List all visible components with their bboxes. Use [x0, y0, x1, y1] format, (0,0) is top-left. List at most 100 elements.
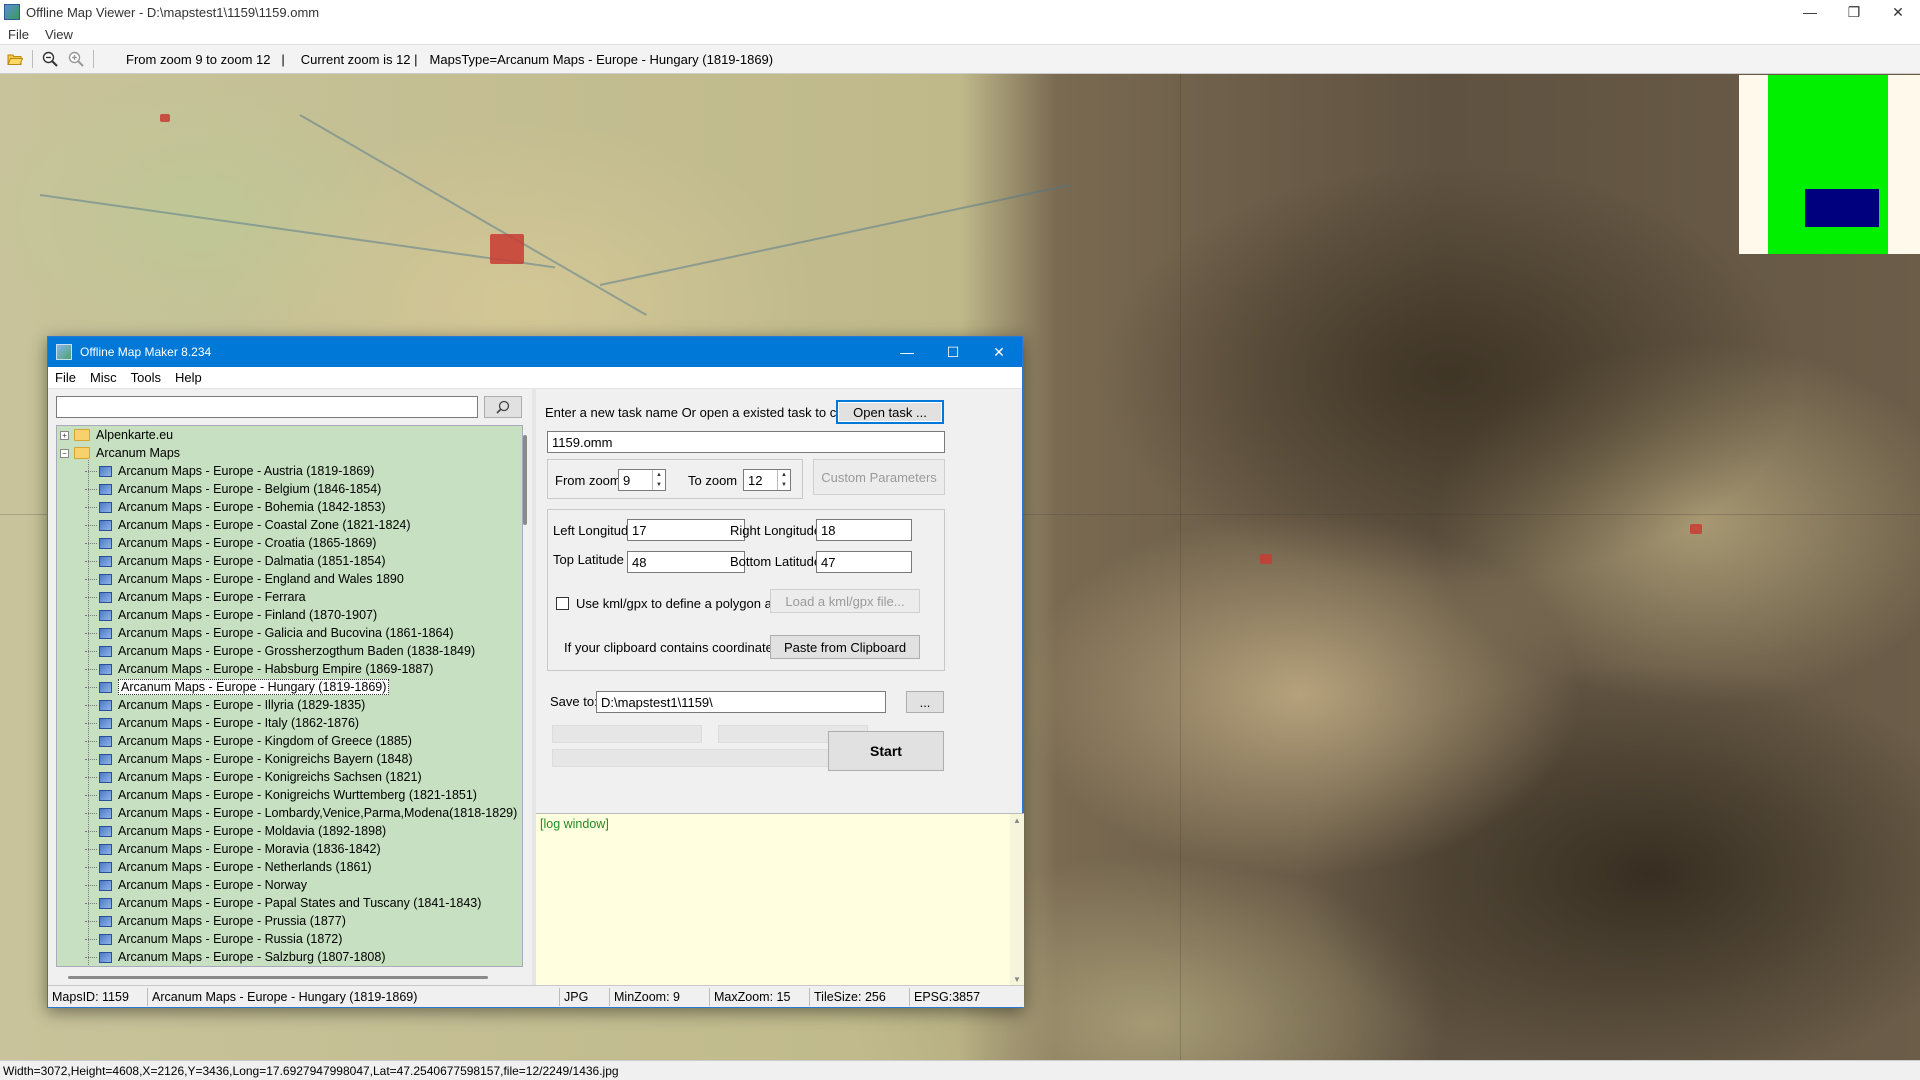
menu-file[interactable]: File	[0, 27, 37, 42]
stepper-arrows[interactable]: ▲ ▼	[652, 470, 665, 490]
bottom-latitude-input[interactable]: 47	[816, 551, 912, 573]
tree-item-map[interactable]: Arcanum Maps - Europe - Kingdom of Greec…	[57, 732, 522, 750]
tree-item-map[interactable]: Arcanum Maps - Europe - Austria (1819-18…	[57, 462, 522, 480]
tree-item-map[interactable]: Arcanum Maps - Europe - Galicia and Buco…	[57, 624, 522, 642]
menu-view[interactable]: View	[37, 27, 81, 42]
tree-item-map[interactable]: Arcanum Maps - Europe - Italy (1862-1876…	[57, 714, 522, 732]
tree-item-label: Arcanum Maps - Europe - Finland (1870-19…	[118, 608, 378, 622]
tree-item-map[interactable]: Arcanum Maps - Europe - Konigreichs Wurt…	[57, 786, 522, 804]
tree-item-map[interactable]: Arcanum Maps - Europe - Coastal Zone (18…	[57, 516, 522, 534]
dialog-minimize-button[interactable]: —	[884, 337, 930, 367]
left-longitude-input[interactable]: 17	[627, 519, 745, 541]
map-layer-icon	[99, 753, 112, 765]
scroll-down-icon[interactable]: ▼	[1010, 975, 1024, 984]
collapse-icon[interactable]: −	[60, 448, 69, 458]
zoom-in-icon[interactable]	[65, 48, 87, 70]
toolbar-separator	[93, 50, 94, 68]
maps-tree[interactable]: + Alpenkarte.eu − Arcanum Maps Arcanum M…	[56, 425, 523, 967]
browse-button[interactable]: ...	[906, 691, 944, 713]
scroll-up-icon[interactable]: ▲	[1010, 816, 1024, 825]
tree-horizontal-scrollbar[interactable]	[56, 973, 523, 981]
expand-icon[interactable]: +	[60, 430, 69, 440]
tree-item-map[interactable]: Arcanum Maps - Europe - Konigreichs Sach…	[57, 768, 522, 786]
tree-item-label: Arcanum Maps - Europe - Lombardy,Venice,…	[118, 806, 518, 820]
tree-item-map[interactable]: Arcanum Maps - Europe - Russia (1872)	[57, 930, 522, 948]
close-button[interactable]: ✕	[1876, 0, 1920, 24]
tree-item-map[interactable]: Arcanum Maps - Europe - Croatia (1865-18…	[57, 534, 522, 552]
stepper-up-icon[interactable]: ▲	[778, 470, 790, 480]
stepper-down-icon[interactable]: ▼	[653, 480, 665, 490]
overview-viewport[interactable]	[1805, 189, 1879, 227]
tree-item-map[interactable]: Arcanum Maps - Europe - Dalmatia (1851-1…	[57, 552, 522, 570]
custom-parameters-button[interactable]: Custom Parameters	[813, 459, 945, 495]
log-text: [log window]	[540, 817, 609, 831]
minimize-button[interactable]: —	[1788, 0, 1832, 24]
dialog-close-button[interactable]: ✕	[976, 337, 1022, 367]
tree-item-map[interactable]: Arcanum Maps - Europe - Konigreichs Baye…	[57, 750, 522, 768]
maps-type-text: MapsType=Arcanum Maps - Europe - Hungary…	[429, 51, 774, 67]
tree-item-map[interactable]: Arcanum Maps - Europe - Prussia (1877)	[57, 912, 522, 930]
open-task-button[interactable]: Open task ...	[836, 400, 944, 424]
tree-item-map[interactable]: Arcanum Maps - Europe - Netherlands (186…	[57, 858, 522, 876]
tree-item-map[interactable]: Arcanum Maps - Europe - Illyria (1829-18…	[57, 696, 522, 714]
main-menubar: File View	[0, 24, 1920, 44]
use-kml-checkbox[interactable]	[556, 597, 569, 610]
paste-clipboard-button[interactable]: Paste from Clipboard	[770, 635, 920, 659]
tree-item-map[interactable]: Arcanum Maps - Europe - Bohemia (1842-18…	[57, 498, 522, 516]
scroll-thumb[interactable]	[68, 976, 488, 979]
tree-root-arcanum[interactable]: − Arcanum Maps	[57, 444, 522, 462]
log-scrollbar[interactable]: ▲ ▼	[1010, 814, 1024, 986]
restore-button[interactable]: ❐	[1832, 0, 1876, 24]
to-zoom-stepper[interactable]: 12 ▲ ▼	[743, 469, 791, 491]
tree-item-map[interactable]: Arcanum Maps - Europe - Lombardy,Venice,…	[57, 804, 522, 822]
map-layer-icon	[99, 645, 112, 657]
tree-root-alpenkarte[interactable]: + Alpenkarte.eu	[57, 426, 522, 444]
stepper-down-icon[interactable]: ▼	[778, 480, 790, 490]
task-name-input[interactable]: 1159.omm	[547, 431, 945, 453]
from-zoom-value[interactable]: 9	[619, 470, 652, 490]
tree-item-map[interactable]: Arcanum Maps - Europe - England and Wale…	[57, 570, 522, 588]
dialog-menu-tools[interactable]: Tools	[124, 370, 168, 385]
tree-item-map[interactable]: Arcanum Maps - Europe - Belgium (1846-18…	[57, 480, 522, 498]
dialog-maximize-button[interactable]: ☐	[930, 337, 976, 367]
to-zoom-value[interactable]: 12	[744, 470, 777, 490]
folder-icon	[74, 429, 90, 441]
tree-vertical-scrollbar[interactable]	[522, 425, 528, 967]
save-path-input[interactable]: D:\mapstest1\1159\	[596, 691, 886, 713]
zoom-out-icon[interactable]	[39, 48, 61, 70]
right-longitude-input[interactable]: 18	[816, 519, 912, 541]
dialog-menu-file[interactable]: File	[48, 370, 83, 385]
tree-item-map[interactable]: Arcanum Maps - Europe - Moravia (1836-18…	[57, 840, 522, 858]
tree-item-label: Arcanum Maps - Europe - Moravia (1836-18…	[118, 842, 381, 856]
stepper-up-icon[interactable]: ▲	[653, 470, 665, 480]
search-input[interactable]	[56, 396, 478, 418]
scroll-thumb[interactable]	[523, 435, 527, 525]
log-window[interactable]: [log window] ▲ ▼	[536, 813, 1024, 986]
tree-item-map[interactable]: Arcanum Maps - Europe - Habsburg Empire …	[57, 660, 522, 678]
dialog-menu-misc[interactable]: Misc	[83, 370, 124, 385]
progress-bar-zoom	[552, 725, 702, 743]
stepper-arrows[interactable]: ▲ ▼	[777, 470, 790, 490]
tree-item-label: Arcanum Maps - Europe - Konigreichs Baye…	[118, 752, 413, 766]
map-layer-icon	[99, 933, 112, 945]
tree-item-map[interactable]: Arcanum Maps - Europe - Grossherzogthum …	[57, 642, 522, 660]
map-layer-icon	[99, 591, 112, 603]
load-kml-button[interactable]: Load a kml/gpx file...	[770, 589, 920, 613]
overview-minimap[interactable]	[1739, 75, 1920, 254]
dialog-menu-help[interactable]: Help	[168, 370, 209, 385]
start-button[interactable]: Start	[828, 731, 944, 771]
from-zoom-stepper[interactable]: 9 ▲ ▼	[618, 469, 666, 491]
tree-item-map[interactable]: Arcanum Maps - Europe - Salzburg (1807-1…	[57, 948, 522, 966]
tree-item-label: Arcanum Maps - Europe - Italy (1862-1876…	[118, 716, 360, 730]
open-folder-icon[interactable]	[4, 48, 26, 70]
tree-item-map[interactable]: Arcanum Maps - Europe - Hungary (1819-18…	[57, 678, 522, 696]
tree-item-label: Arcanum Maps - Europe - Galicia and Buco…	[118, 626, 454, 640]
tree-item-map[interactable]: Arcanum Maps - Europe - Moldavia (1892-1…	[57, 822, 522, 840]
top-latitude-input[interactable]: 48	[627, 551, 745, 573]
tree-item-map[interactable]: Arcanum Maps - Europe - Finland (1870-19…	[57, 606, 522, 624]
tree-item-map[interactable]: Arcanum Maps - Europe - Norway	[57, 876, 522, 894]
tree-item-map[interactable]: Arcanum Maps - Europe - Ferrara	[57, 588, 522, 606]
search-button[interactable]	[484, 396, 522, 418]
tree-item-label: Arcanum Maps - Europe - Konigreichs Sach…	[118, 770, 422, 784]
tree-item-map[interactable]: Arcanum Maps - Europe - Papal States and…	[57, 894, 522, 912]
